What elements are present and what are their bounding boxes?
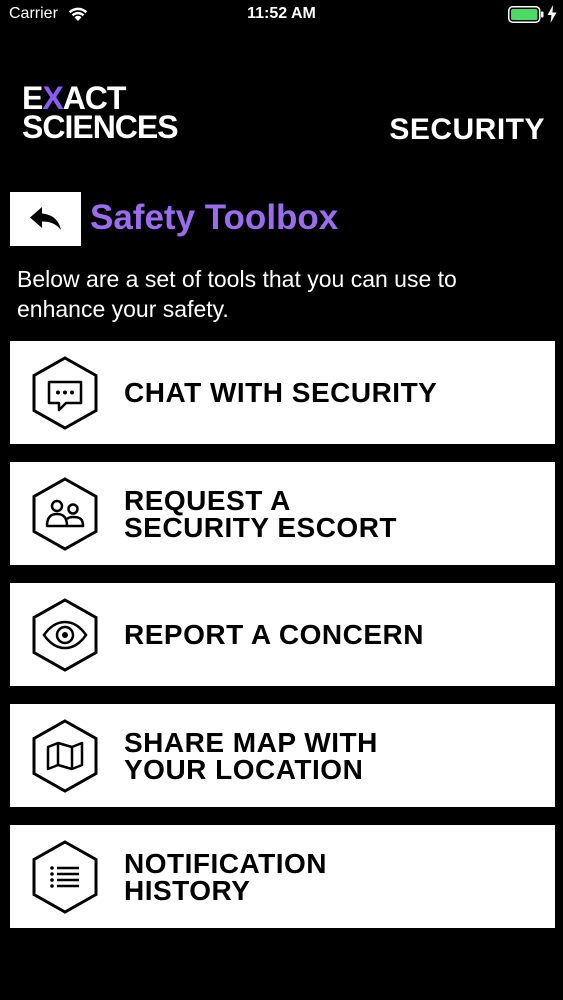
status-bar: Carrier 11:52 AM — [0, 0, 563, 30]
section-title: SECURITY — [389, 113, 545, 146]
back-arrow-icon — [29, 207, 61, 230]
tool-label: SHARE MAP WITH YOUR LOCATION — [124, 726, 378, 785]
page-title: Safety Toolbox — [90, 198, 339, 237]
share-map-with-location-button[interactable]: SHARE MAP WITH YOUR LOCATION — [10, 704, 555, 807]
people-icon — [32, 477, 98, 551]
request-security-escort-button[interactable]: REQUEST A SECURITY ESCORT — [10, 462, 555, 565]
chat-icon — [32, 356, 98, 430]
page-description: Below are a set of tools that you can us… — [17, 266, 457, 322]
tool-label: REQUEST A SECURITY ESCORT — [124, 484, 398, 543]
back-button[interactable] — [10, 192, 81, 246]
logo-line-2: SCIENCES — [22, 109, 179, 145]
exact-sciences-logo: EXACT SCIENCES — [22, 82, 179, 145]
tool-label: NOTIFICATION HISTORY — [124, 847, 328, 906]
tool-label: CHAT WITH SECURITY — [124, 377, 438, 408]
charging-bolt-icon — [547, 5, 557, 23]
battery-icon — [508, 6, 544, 23]
status-time: 11:52 AM — [247, 5, 316, 22]
chat-with-security-button[interactable]: CHAT WITH SECURITY — [10, 341, 555, 444]
tool-label: REPORT A CONCERN — [124, 619, 424, 650]
notification-history-button[interactable]: NOTIFICATION HISTORY — [10, 825, 555, 928]
report-a-concern-button[interactable]: REPORT A CONCERN — [10, 583, 555, 686]
eye-icon — [32, 598, 98, 672]
map-icon — [32, 719, 98, 793]
list-icon — [32, 840, 98, 914]
